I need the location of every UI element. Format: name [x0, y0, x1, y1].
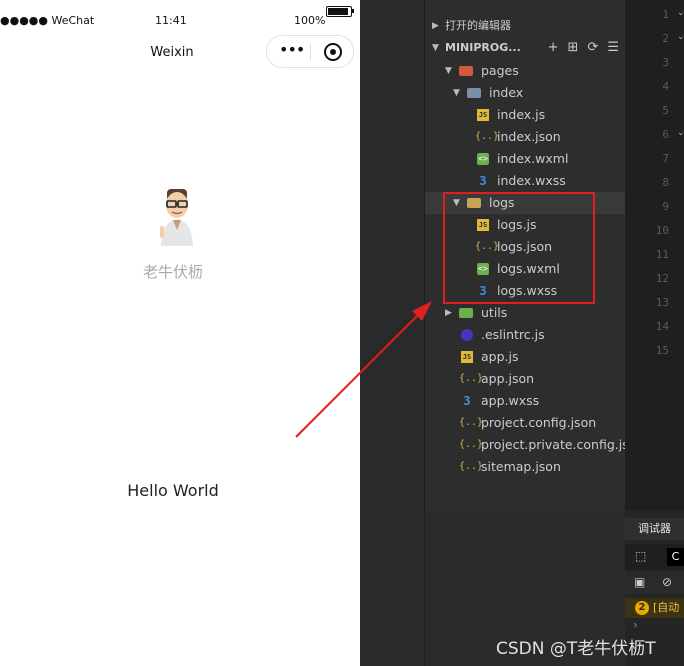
line-number: 15 — [655, 344, 669, 357]
line-number: 3 — [662, 56, 669, 69]
line-number: 14 — [655, 320, 669, 333]
line-number: 1 — [662, 8, 669, 21]
console-toolbar: ▣ ⊘ — [625, 572, 684, 594]
annotation-arrow — [295, 301, 432, 438]
line-number: 12 — [655, 272, 669, 285]
debugger-toolbar: ⬚ C — [625, 544, 684, 570]
tab-debugger[interactable]: 调试器 — [625, 518, 684, 540]
clear-icon[interactable]: ⊘ — [662, 575, 672, 589]
line-number: 4 — [662, 80, 669, 93]
inspect-icon[interactable]: ⬚ — [635, 549, 646, 563]
line-number: 2 — [662, 32, 669, 45]
chevron-down-icon[interactable]: ⌄ — [677, 32, 684, 42]
line-number: 6 — [662, 128, 669, 141]
chevron-down-icon[interactable]: ⌄ — [677, 128, 684, 138]
line-number: 9 — [662, 200, 669, 213]
tab-console[interactable]: C — [667, 548, 684, 566]
line-number: 7 — [662, 152, 669, 165]
line-number: 5 — [662, 104, 669, 117]
line-number: 10 — [655, 224, 669, 237]
console-warning-row: 2 [自动 — [625, 598, 684, 618]
console-prompt-icon[interactable]: › — [633, 618, 638, 632]
line-number: 11 — [655, 248, 669, 261]
watermark: CSDN @T老牛伏枥T — [496, 639, 656, 659]
panel-toggle-icon[interactable]: ▣ — [634, 575, 645, 589]
line-number: 13 — [655, 296, 669, 309]
chevron-down-icon[interactable]: ⌄ — [677, 8, 684, 18]
warning-count-badge: 2 — [635, 601, 649, 615]
warning-text: [自动 — [653, 601, 680, 614]
line-number: 8 — [662, 176, 669, 189]
editor-gutter: 1 ⌄ 2 ⌄ 3 4 5 6 ⌄ 7 8 9 10 11 12 13 14 1… — [625, 0, 684, 510]
